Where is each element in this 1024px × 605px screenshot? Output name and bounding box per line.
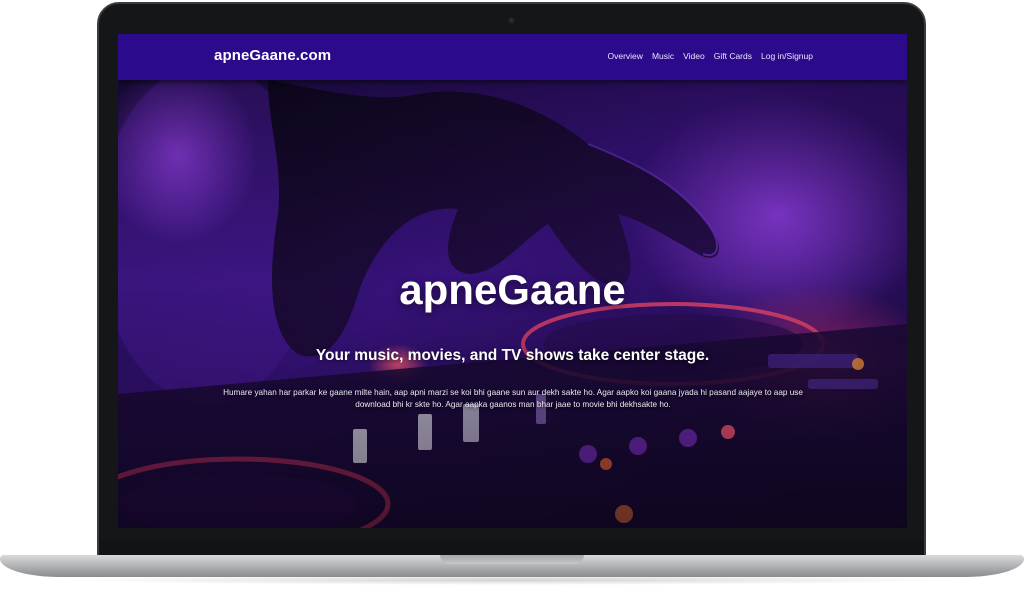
brand-logo-link[interactable]: apneGaane.com xyxy=(214,47,331,64)
navbar: apneGaane.com Overview Music Video Gift … xyxy=(118,34,907,80)
hero-section: apneGaane Your music, movies, and TV sho… xyxy=(118,34,907,528)
nav-links: Overview Music Video Gift Cards Log in/S… xyxy=(608,51,814,61)
hero-description: Humare yahan har parkar ke gaane milte h… xyxy=(223,388,803,409)
camera-icon xyxy=(508,17,515,24)
laptop-mockup: apneGaane.com Overview Music Video Gift … xyxy=(0,0,1024,605)
nav-login-signup-link[interactable]: Log in/Signup xyxy=(761,51,813,61)
nav-gift-cards-link[interactable]: Gift Cards xyxy=(714,51,752,61)
hero-subtitle: Your music, movies, and TV shows take ce… xyxy=(315,347,710,364)
nav-video-link[interactable]: Video xyxy=(683,51,705,61)
nav-music-link[interactable]: Music xyxy=(652,51,674,61)
hero-title: apneGaane xyxy=(399,266,626,313)
screen: apneGaane.com Overview Music Video Gift … xyxy=(118,34,907,528)
nav-overview-link[interactable]: Overview xyxy=(608,51,643,61)
laptop-base-notch xyxy=(440,555,584,564)
